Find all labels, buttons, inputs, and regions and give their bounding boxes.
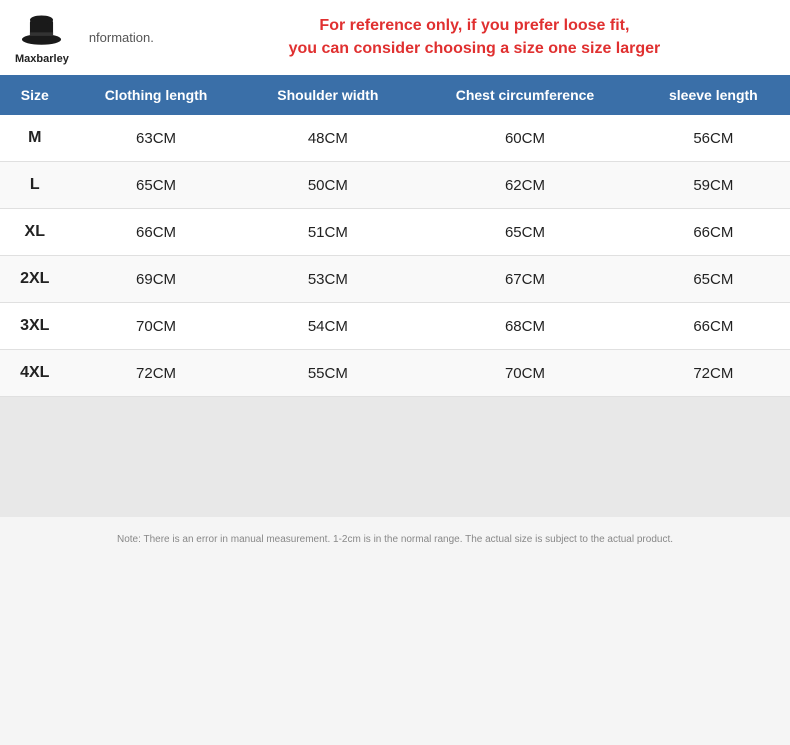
cell-clothing-length: 63CM — [70, 115, 243, 162]
col-header-sleeve: sleeve length — [637, 75, 790, 115]
cell-sleeve: 72CM — [637, 350, 790, 397]
reference-line2: you can consider choosing a size one siz… — [174, 38, 775, 60]
reference-line1: For reference only, if you prefer loose … — [174, 15, 775, 37]
cell-chest: 70CM — [413, 350, 636, 397]
brand-name: Maxbarley — [15, 53, 69, 65]
cell-sleeve: 59CM — [637, 162, 790, 209]
cell-shoulder-width: 50CM — [242, 162, 413, 209]
cell-shoulder-width: 54CM — [242, 303, 413, 350]
cell-shoulder-width: 48CM — [242, 115, 413, 162]
reference-text: For reference only, if you prefer loose … — [174, 15, 775, 60]
brand-logo-icon — [19, 11, 64, 51]
top-bar: Maxbarley nformation. For reference only… — [0, 0, 790, 75]
cell-size: 4XL — [0, 350, 70, 397]
cell-sleeve: 66CM — [637, 209, 790, 256]
bottom-section — [0, 397, 790, 517]
cell-chest: 65CM — [413, 209, 636, 256]
table-row: 3XL 70CM 54CM 68CM 66CM — [0, 303, 790, 350]
col-header-clothing-length: Clothing length — [70, 75, 243, 115]
table-row: M 63CM 48CM 60CM 56CM — [0, 115, 790, 162]
top-info-text: nformation. — [89, 30, 154, 45]
col-header-shoulder-width: Shoulder width — [242, 75, 413, 115]
cell-chest: 60CM — [413, 115, 636, 162]
cell-clothing-length: 65CM — [70, 162, 243, 209]
cell-size: M — [0, 115, 70, 162]
logo-area: Maxbarley — [15, 11, 69, 65]
cell-clothing-length: 69CM — [70, 256, 243, 303]
table-row: 2XL 69CM 53CM 67CM 65CM — [0, 256, 790, 303]
cell-shoulder-width: 55CM — [242, 350, 413, 397]
note-section: Note: There is an error in manual measur… — [0, 517, 790, 562]
cell-chest: 68CM — [413, 303, 636, 350]
cell-size: XL — [0, 209, 70, 256]
cell-chest: 67CM — [413, 256, 636, 303]
cell-clothing-length: 70CM — [70, 303, 243, 350]
table-row: L 65CM 50CM 62CM 59CM — [0, 162, 790, 209]
col-header-size: Size — [0, 75, 70, 115]
size-table-container: Size Clothing length Shoulder width Ches… — [0, 75, 790, 397]
cell-clothing-length: 72CM — [70, 350, 243, 397]
table-row: XL 66CM 51CM 65CM 66CM — [0, 209, 790, 256]
cell-sleeve: 66CM — [637, 303, 790, 350]
cell-sleeve: 65CM — [637, 256, 790, 303]
page-wrapper: Maxbarley nformation. For reference only… — [0, 0, 790, 745]
cell-size: 2XL — [0, 256, 70, 303]
cell-size: L — [0, 162, 70, 209]
cell-shoulder-width: 53CM — [242, 256, 413, 303]
size-table: Size Clothing length Shoulder width Ches… — [0, 75, 790, 397]
cell-sleeve: 56CM — [637, 115, 790, 162]
cell-size: 3XL — [0, 303, 70, 350]
cell-chest: 62CM — [413, 162, 636, 209]
cell-shoulder-width: 51CM — [242, 209, 413, 256]
note-text: Note: There is an error in manual measur… — [117, 532, 673, 547]
table-row: 4XL 72CM 55CM 70CM 72CM — [0, 350, 790, 397]
cell-clothing-length: 66CM — [70, 209, 243, 256]
table-header-row: Size Clothing length Shoulder width Ches… — [0, 75, 790, 115]
col-header-chest: Chest circumference — [413, 75, 636, 115]
